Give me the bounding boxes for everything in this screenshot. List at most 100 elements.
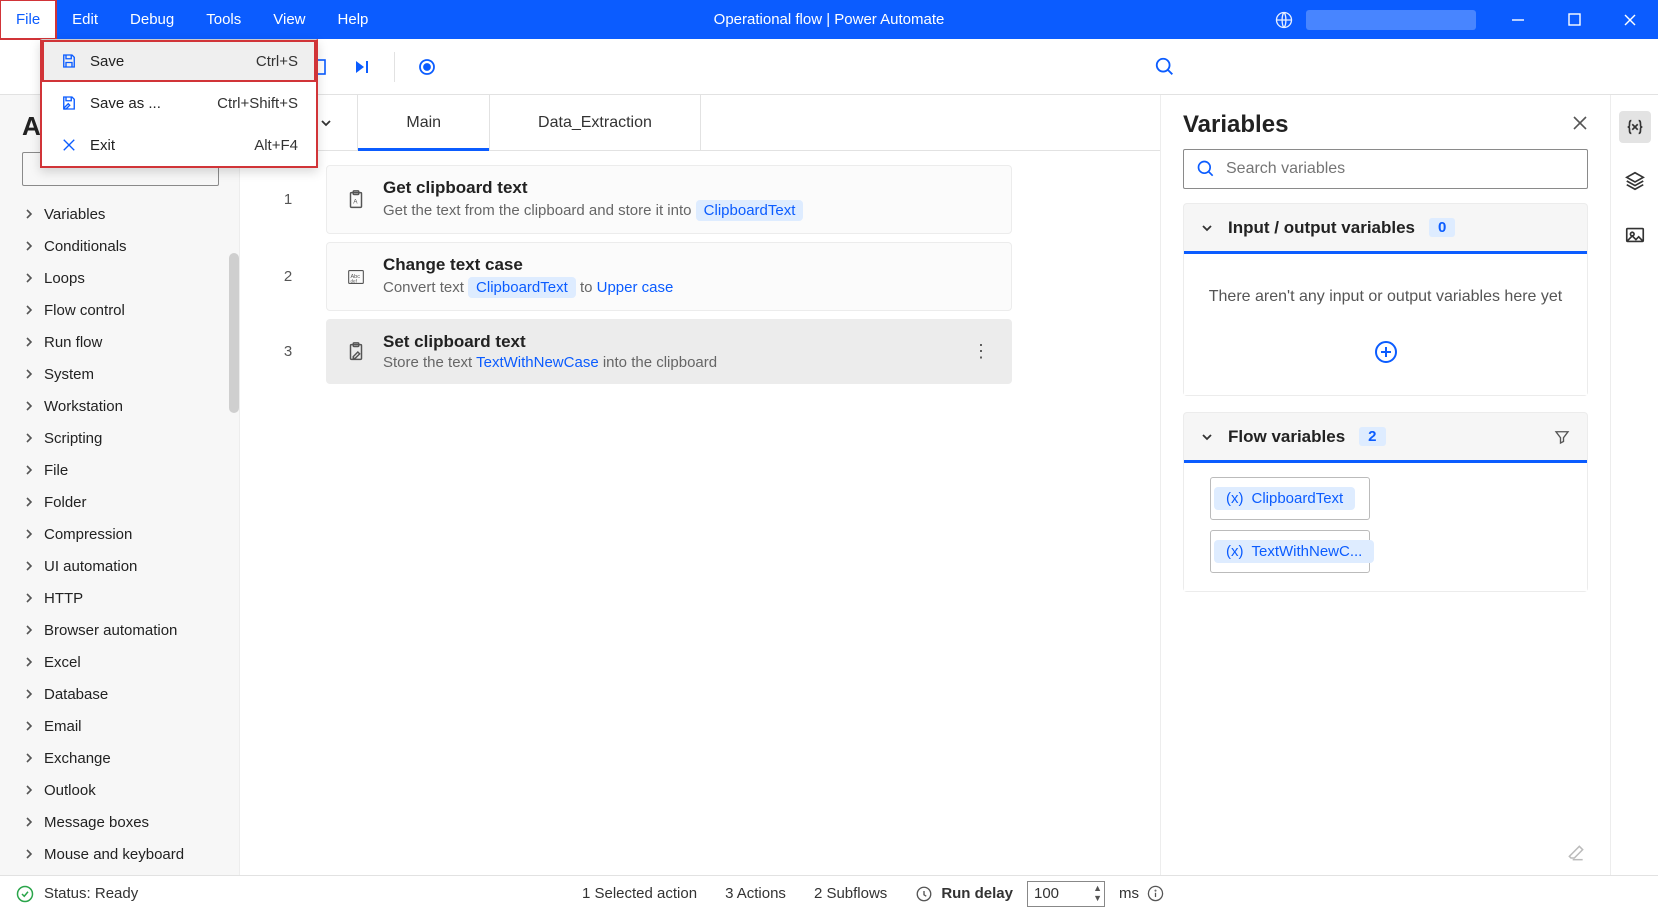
- chevron-right-icon: [24, 305, 34, 315]
- action-category-list[interactable]: Variables Conditionals Loops Flow control Ru…: [0, 198, 239, 875]
- action-category[interactable]: Message boxes: [0, 806, 239, 838]
- clipboard-icon: A: [345, 189, 367, 211]
- chevron-right-icon: [24, 433, 34, 443]
- action-category[interactable]: Conditionals: [0, 230, 239, 262]
- flow-body: 1 A Get clipboard text Get the text from…: [240, 151, 1160, 875]
- chevron-right-icon: [24, 753, 34, 763]
- action-category-label: Outlook: [44, 782, 96, 799]
- file-menu-exit[interactable]: Exit Alt+F4: [42, 124, 316, 166]
- action-category-label: Exchange: [44, 750, 111, 767]
- action-category[interactable]: HTTP: [0, 582, 239, 614]
- menu-help[interactable]: Help: [322, 0, 385, 39]
- info-icon[interactable]: [1147, 885, 1164, 902]
- eraser-icon[interactable]: [1566, 843, 1586, 863]
- variable-icon: (x): [1226, 490, 1244, 507]
- variables-panel-title: Variables: [1183, 111, 1288, 139]
- chevron-right-icon: [24, 561, 34, 571]
- spinner-buttons[interactable]: ▲▼: [1093, 883, 1102, 903]
- action-category[interactable]: Outlook: [0, 774, 239, 806]
- action-category[interactable]: Compression: [0, 518, 239, 550]
- variable-icon: (x): [1226, 543, 1244, 560]
- action-category[interactable]: Flow control: [0, 294, 239, 326]
- variables-search-input[interactable]: [1183, 149, 1588, 189]
- io-variables-header[interactable]: Input / output variables 0: [1184, 204, 1587, 254]
- flow-variables-header[interactable]: Flow variables 2: [1184, 413, 1587, 463]
- environment-icon: [1274, 10, 1294, 30]
- filter-icon[interactable]: [1553, 428, 1571, 446]
- flow-variable-item[interactable]: (x) TextWithNewC...: [1210, 530, 1370, 573]
- status-bar: Status: Ready 1 Selected action 3 Action…: [0, 875, 1658, 911]
- action-category[interactable]: Database: [0, 678, 239, 710]
- variables-panel-close-button[interactable]: [1572, 115, 1588, 136]
- menu-file[interactable]: File: [0, 0, 56, 39]
- rail-ui-elements-button[interactable]: [1619, 165, 1651, 197]
- action-category[interactable]: Scripting: [0, 422, 239, 454]
- action-category-label: HTTP: [44, 590, 83, 607]
- action-category[interactable]: System: [0, 358, 239, 390]
- flow-search-button[interactable]: [1147, 49, 1183, 85]
- flow-card-change-case[interactable]: Abcdef Change text case Convert text Cli…: [326, 242, 1012, 311]
- rail-variables-button[interactable]: [1619, 111, 1651, 143]
- actions-panel: A VariablesConditionalsLoopsFlow control…: [0, 95, 240, 875]
- card-description: Convert text ClipboardText to Upper case: [383, 277, 993, 298]
- chevron-right-icon: [24, 817, 34, 827]
- menu-debug[interactable]: Debug: [114, 0, 190, 39]
- variable-pill: ClipboardText: [696, 200, 804, 221]
- action-category[interactable]: Variables: [0, 198, 239, 230]
- menu-edit[interactable]: Edit: [56, 0, 114, 39]
- right-rail: [1610, 95, 1658, 875]
- flow-step: 2 Abcdef Change text case Convert text C…: [270, 242, 1130, 311]
- action-category[interactable]: UI automation: [0, 550, 239, 582]
- run-delay-unit: ms: [1119, 885, 1139, 902]
- action-category[interactable]: Excel: [0, 646, 239, 678]
- toolbar-step-button[interactable]: [344, 49, 380, 85]
- file-menu-save[interactable]: Save Ctrl+S: [42, 40, 316, 82]
- file-menu-save-as[interactable]: Save as ... Ctrl+Shift+S: [42, 82, 316, 124]
- action-category[interactable]: Email: [0, 710, 239, 742]
- step-number: 1: [270, 165, 306, 234]
- action-category[interactable]: Workstation: [0, 390, 239, 422]
- tab-data-extraction[interactable]: Data_Extraction: [490, 95, 701, 150]
- flow-card-set-clipboard[interactable]: Set clipboard text Store the text TextWi…: [326, 319, 1012, 384]
- run-delay-input[interactable]: 100 ▲▼: [1027, 881, 1105, 907]
- action-category[interactable]: Folder: [0, 486, 239, 518]
- card-title: Set clipboard text: [383, 332, 953, 352]
- action-category-label: Variables: [44, 206, 105, 223]
- toolbar-record-button[interactable]: [409, 49, 445, 85]
- variables-search-field[interactable]: [1226, 160, 1575, 178]
- environment-label[interactable]: [1306, 10, 1476, 30]
- add-io-variable-button[interactable]: [1374, 340, 1398, 369]
- chevron-right-icon: [24, 273, 34, 283]
- flow-variables-title: Flow variables: [1228, 427, 1345, 447]
- chevron-right-icon: [24, 401, 34, 411]
- action-category-label: Loops: [44, 270, 85, 287]
- action-category[interactable]: File: [0, 454, 239, 486]
- chevron-right-icon: [24, 785, 34, 795]
- io-variables-section: Input / output variables 0 There aren't …: [1183, 203, 1588, 396]
- action-category-label: File: [44, 462, 68, 479]
- search-icon: [1196, 159, 1216, 179]
- flow-variable-name: TextWithNewC...: [1252, 543, 1363, 560]
- action-category[interactable]: Exchange: [0, 742, 239, 774]
- io-variables-count: 0: [1429, 218, 1455, 237]
- step-number: 2: [270, 242, 306, 311]
- window-title: Operational flow | Power Automate: [714, 11, 945, 28]
- action-category[interactable]: Mouse and keyboard: [0, 838, 239, 870]
- window-maximize-button[interactable]: [1546, 0, 1602, 39]
- window-close-button[interactable]: [1602, 0, 1658, 39]
- rail-images-button[interactable]: [1619, 219, 1651, 251]
- actions-scrollbar[interactable]: [229, 253, 239, 413]
- flow-card-get-clipboard[interactable]: A Get clipboard text Get the text from t…: [326, 165, 1012, 234]
- card-title: Change text case: [383, 255, 993, 275]
- window-minimize-button[interactable]: [1490, 0, 1546, 39]
- flow-variable-item[interactable]: (x)ClipboardText: [1210, 477, 1370, 520]
- action-category[interactable]: Loops: [0, 262, 239, 294]
- card-more-button[interactable]: ⋮: [969, 341, 993, 362]
- action-category[interactable]: Browser automation: [0, 614, 239, 646]
- menu-view[interactable]: View: [257, 0, 321, 39]
- action-category[interactable]: Run flow: [0, 326, 239, 358]
- tabs-row: bflows Main Data_Extraction: [240, 95, 1160, 151]
- menu-tools[interactable]: Tools: [190, 0, 257, 39]
- tab-main[interactable]: Main: [358, 95, 490, 150]
- action-category-label: Flow control: [44, 302, 125, 319]
